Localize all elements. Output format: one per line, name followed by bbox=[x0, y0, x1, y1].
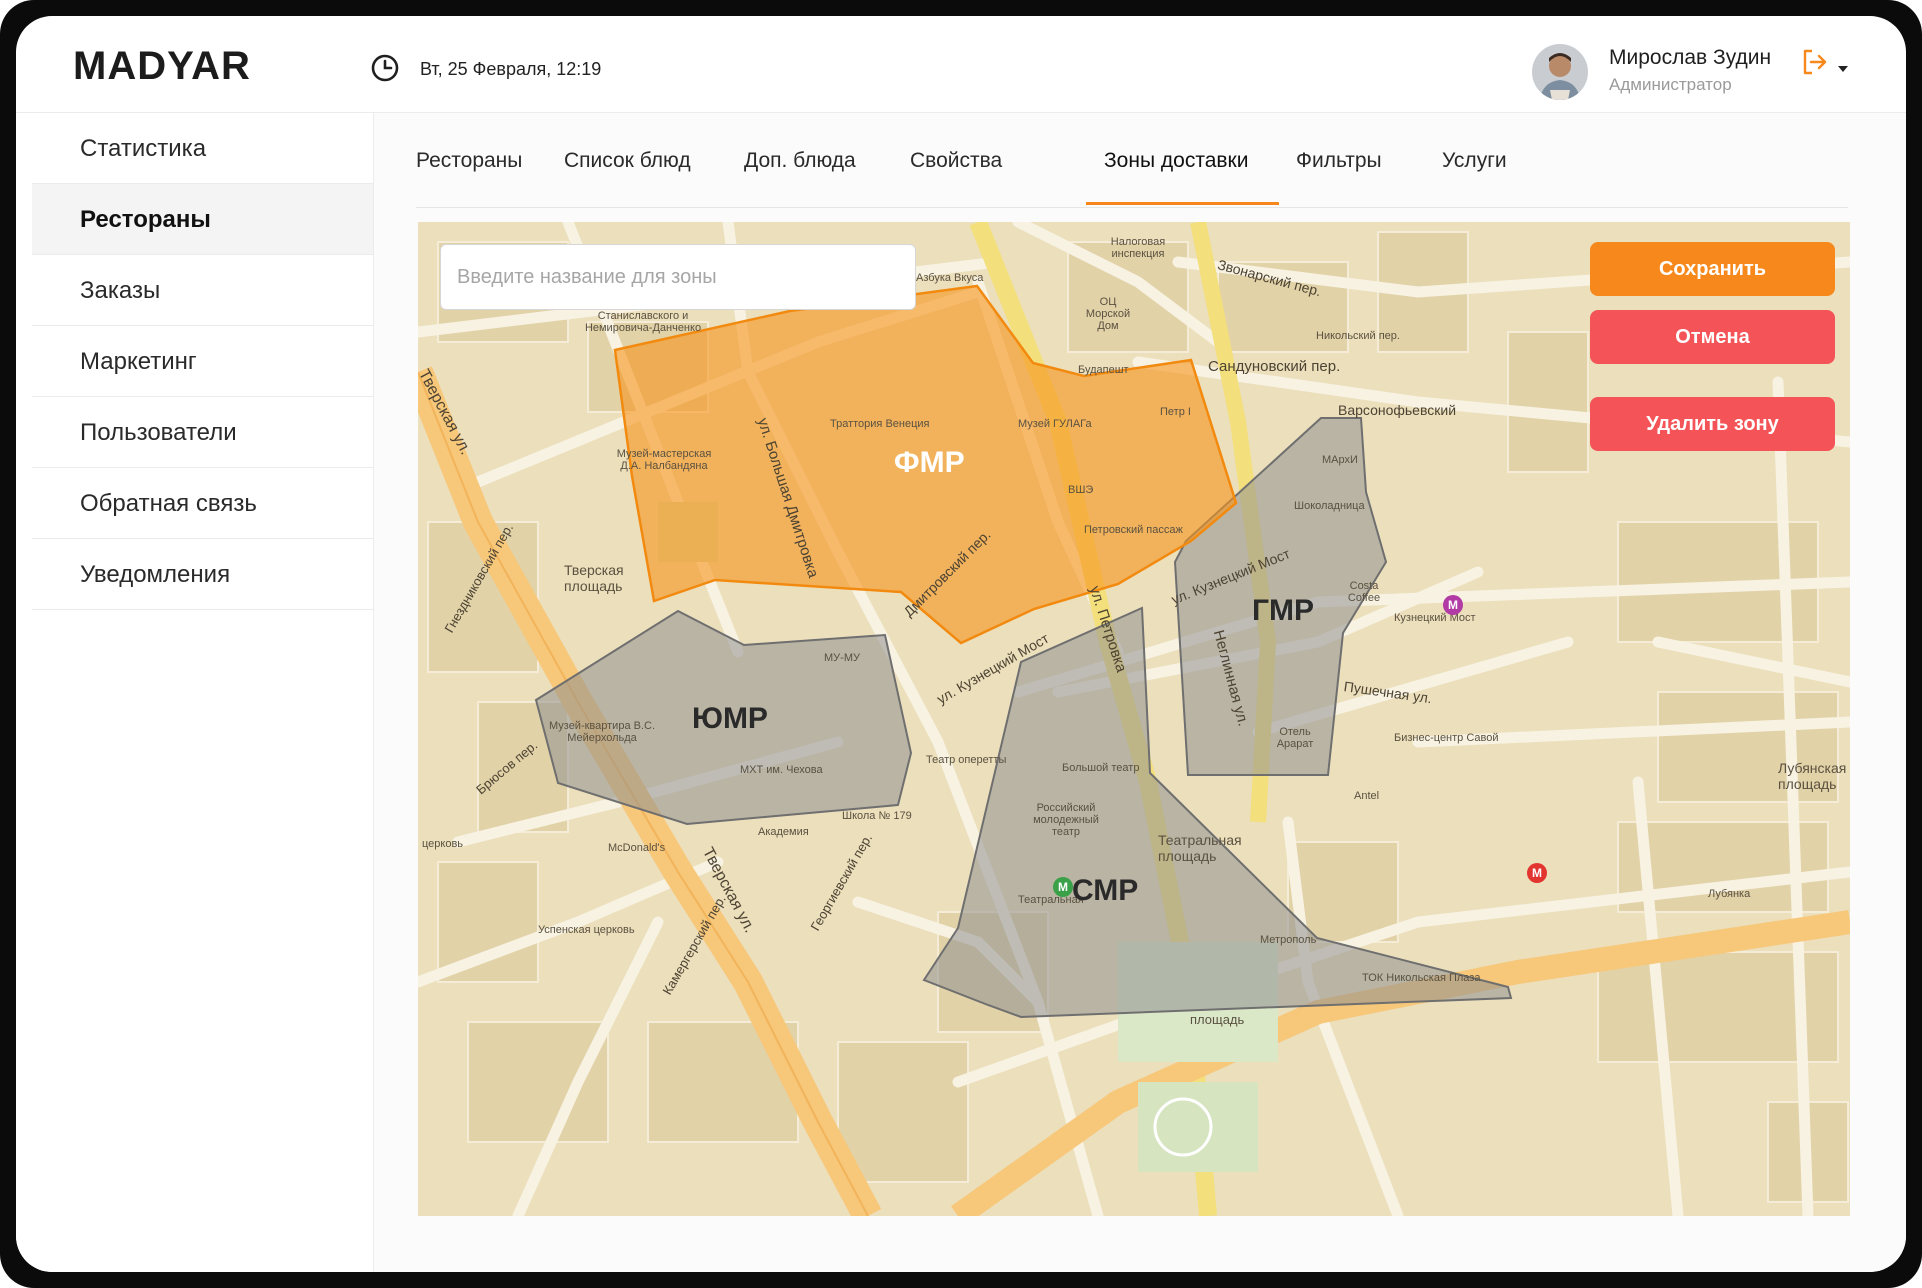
app-screen: MADYAR Вт, 25 Февраля, 12:19 Мирослав Зу… bbox=[16, 16, 1906, 1272]
street-label: Варсонофьевский bbox=[1338, 402, 1457, 418]
map-canvas[interactable] bbox=[418, 222, 1850, 1216]
sidebar-item-orders[interactable]: Заказы bbox=[32, 255, 373, 326]
tab-services[interactable]: Услуги bbox=[1442, 149, 1507, 173]
app-logo[interactable]: MADYAR bbox=[73, 44, 251, 89]
tab-restaurants[interactable]: Рестораны bbox=[416, 149, 522, 173]
current-datetime: Вт, 25 Февраля, 12:19 bbox=[420, 59, 602, 79]
user-role: Администратор bbox=[1609, 75, 1732, 94]
active-tab-indicator bbox=[1086, 202, 1279, 205]
sidebar-item-marketing[interactable]: Маркетинг bbox=[32, 326, 373, 397]
zone-label-ymr[interactable]: ЮМР bbox=[692, 702, 768, 736]
chevron-down-icon[interactable] bbox=[1838, 66, 1848, 72]
clock-icon bbox=[371, 54, 399, 82]
cancel-button[interactable]: Отмена bbox=[1590, 310, 1835, 364]
save-button[interactable]: Сохранить bbox=[1590, 242, 1835, 296]
metro-icon: M bbox=[1527, 863, 1547, 883]
svg-text:M: M bbox=[1448, 598, 1458, 612]
sidebar: Статистика Рестораны Заказы Маркетинг По… bbox=[16, 113, 374, 1272]
sidebar-item-feedback[interactable]: Обратная связь bbox=[32, 468, 373, 539]
zone-name-input[interactable] bbox=[440, 244, 916, 310]
tab-delivery-zones[interactable]: Зоны доставки bbox=[1104, 149, 1248, 173]
metro-icon: M bbox=[1053, 877, 1073, 897]
sidebar-item-users[interactable]: Пользователи bbox=[32, 397, 373, 468]
user-name[interactable]: Мирослав Зудин bbox=[1609, 46, 1771, 70]
svg-text:M: M bbox=[1058, 880, 1068, 894]
zone-label-smr[interactable]: СМР bbox=[1072, 874, 1138, 908]
tab-extra-dishes[interactable]: Доп. блюда bbox=[744, 149, 856, 173]
tab-dishes[interactable]: Список блюд bbox=[564, 149, 691, 173]
device-frame: MADYAR Вт, 25 Февраля, 12:19 Мирослав Зу… bbox=[0, 0, 1922, 1288]
sidebar-item-notifications[interactable]: Уведомления bbox=[32, 539, 373, 610]
sidebar-item-restaurants[interactable]: Рестораны bbox=[32, 184, 373, 255]
top-header: MADYAR Вт, 25 Февраля, 12:19 Мирослав Зу… bbox=[16, 16, 1906, 113]
zone-label-gmr[interactable]: ГМР bbox=[1252, 594, 1314, 628]
svg-text:M: M bbox=[1532, 866, 1542, 880]
tab-properties[interactable]: Свойства bbox=[910, 149, 1002, 173]
delivery-zone-map[interactable]: Тверская ул. Тверская ул. ул. Большая Дм… bbox=[418, 222, 1850, 1216]
street-label: Сандуновский пер. bbox=[1208, 358, 1341, 375]
metro-icon: M bbox=[1443, 595, 1463, 615]
delete-zone-button[interactable]: Удалить зону bbox=[1590, 397, 1835, 451]
tab-filters[interactable]: Фильтры bbox=[1296, 149, 1382, 173]
zone-label-fmr[interactable]: ФМР bbox=[894, 446, 965, 480]
sidebar-item-statistics[interactable]: Статистика bbox=[32, 113, 373, 184]
tab-bar: Рестораны Список блюд Доп. блюда Свойств… bbox=[416, 113, 1848, 208]
avatar-image bbox=[1532, 44, 1588, 100]
logout-icon[interactable] bbox=[1802, 48, 1828, 76]
avatar[interactable] bbox=[1532, 44, 1588, 100]
